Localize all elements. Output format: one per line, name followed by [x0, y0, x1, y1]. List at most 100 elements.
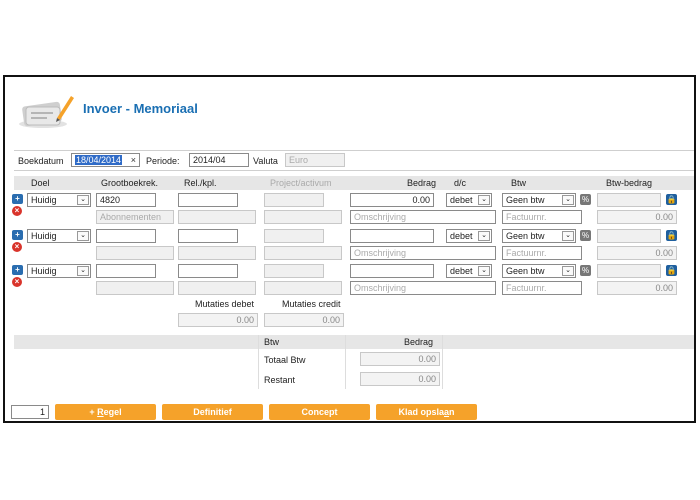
project-description: [264, 246, 342, 260]
mutaties-debet-label: Mutaties debet: [195, 299, 255, 309]
btw-bedrag-field: [597, 229, 661, 243]
factuurnr-field[interactable]: Factuurnr.: [502, 210, 582, 224]
boekdatum-label: Boekdatum: [18, 156, 64, 166]
grootboek-description: [96, 281, 174, 295]
bedrag-field[interactable]: [350, 229, 434, 243]
chevron-down-icon: ⌄: [77, 195, 89, 205]
mutaties-debet-value: 0.00: [178, 313, 258, 327]
grootboek-field[interactable]: [96, 264, 156, 278]
klad-label: Klad opsla: [398, 407, 444, 417]
chevron-down-icon: ⌄: [478, 231, 490, 241]
periode-field[interactable]: 2014/04: [189, 153, 249, 167]
project-field: [264, 229, 324, 243]
grootboek-description: Abonnementen: [96, 210, 174, 224]
boekdatum-value: 18/04/2014: [75, 155, 123, 165]
btw-select[interactable]: Geen btw ⌄: [502, 229, 576, 243]
rel-description: [178, 210, 256, 224]
memoriaal-logo-icon: [19, 96, 74, 128]
chevron-down-icon: ⌄: [77, 231, 89, 241]
btw-select[interactable]: Geen btw ⌄: [502, 193, 576, 207]
project-description: [264, 281, 342, 295]
valuta-label: Valuta: [253, 156, 278, 166]
table-header: Doel Grootboekrek. Rel./kpl. Project/act…: [14, 176, 694, 190]
percent-icon[interactable]: %: [580, 265, 591, 276]
add-line-icon[interactable]: +: [12, 265, 23, 275]
summary-btw-header: Btw: [264, 337, 280, 347]
delete-line-icon[interactable]: ×: [12, 206, 22, 216]
klad-label-end: n: [449, 407, 455, 417]
bedrag-field[interactable]: [350, 264, 434, 278]
col-grootboek: Grootboekrek.: [101, 178, 159, 188]
summary-bedrag-header: Bedrag: [404, 337, 434, 347]
dc-value: debet: [450, 231, 473, 241]
omschrijving-field[interactable]: Omschrijving: [350, 210, 496, 224]
delete-line-icon[interactable]: ×: [12, 277, 22, 287]
btw-bedrag-total: 0.00: [597, 246, 677, 260]
chevron-down-icon: ⌄: [562, 195, 574, 205]
col-bedrag: Bedrag: [407, 178, 437, 188]
doel-select[interactable]: Huidig ⌄: [27, 264, 91, 278]
chevron-down-icon: ⌄: [478, 266, 490, 276]
dc-select[interactable]: debet ⌄: [446, 229, 492, 243]
page-number-field[interactable]: 1: [11, 405, 49, 419]
dc-select[interactable]: debet ⌄: [446, 264, 492, 278]
doel-value: Huidig: [31, 266, 57, 276]
doel-select[interactable]: Huidig ⌄: [27, 193, 91, 207]
summary-divider: [258, 335, 259, 389]
btw-bedrag-field: [597, 264, 661, 278]
mutaties-credit-label: Mutaties credit: [282, 299, 341, 309]
project-field: [264, 264, 324, 278]
col-btw-bedrag: Btw-bedrag: [606, 178, 653, 188]
lock-icon[interactable]: 🔒: [666, 265, 677, 276]
chevron-down-icon: ⌄: [478, 195, 490, 205]
rel-description: [178, 246, 256, 260]
factuurnr-field[interactable]: Factuurnr.: [502, 281, 582, 295]
grootboek-field[interactable]: [96, 229, 156, 243]
doel-value: Huidig: [31, 231, 57, 241]
chevron-down-icon: ⌄: [562, 231, 574, 241]
definitief-button[interactable]: Definitief: [162, 404, 263, 420]
memoriaal-window: Invoer - Memoriaal Boekdatum 18/04/2014 …: [3, 75, 696, 423]
concept-button[interactable]: Concept: [269, 404, 370, 420]
restant-label: Restant: [264, 375, 296, 385]
doel-select[interactable]: Huidig ⌄: [27, 229, 91, 243]
btw-value: Geen btw: [506, 195, 545, 205]
btw-bedrag-total: 0.00: [597, 281, 677, 295]
percent-icon[interactable]: %: [580, 230, 591, 241]
bedrag-field[interactable]: 0.00: [350, 193, 434, 207]
omschrijving-field[interactable]: Omschrijving: [350, 281, 496, 295]
clear-date-icon[interactable]: ×: [131, 155, 136, 165]
project-description: [264, 210, 342, 224]
rel-field[interactable]: [178, 193, 238, 207]
valuta-field: Euro: [285, 153, 345, 167]
dc-select[interactable]: debet ⌄: [446, 193, 492, 207]
restant-value: 0.00: [360, 372, 440, 386]
lock-icon[interactable]: 🔒: [666, 194, 677, 205]
delete-line-icon[interactable]: ×: [12, 242, 22, 252]
grootboek-field[interactable]: 4820: [96, 193, 156, 207]
page-title: Invoer - Memoriaal: [83, 101, 198, 116]
boekdatum-field[interactable]: 18/04/2014 ×: [71, 153, 140, 167]
btw-select[interactable]: Geen btw ⌄: [502, 264, 576, 278]
rel-field[interactable]: [178, 229, 238, 243]
add-line-prefix: +: [89, 407, 98, 417]
dc-value: debet: [450, 266, 473, 276]
btw-value: Geen btw: [506, 266, 545, 276]
rel-field[interactable]: [178, 264, 238, 278]
summary-header-bar: Btw Bedrag: [14, 335, 694, 349]
col-rel: Rel./kpl.: [184, 178, 217, 188]
col-doel: Doel: [31, 178, 50, 188]
col-project: Project/activum: [270, 178, 332, 188]
chevron-down-icon: ⌄: [77, 266, 89, 276]
lock-icon[interactable]: 🔒: [666, 230, 677, 241]
add-line-icon[interactable]: +: [12, 230, 23, 240]
percent-icon[interactable]: %: [580, 194, 591, 205]
add-line-icon[interactable]: +: [12, 194, 23, 204]
klad-opslaan-button[interactable]: Klad opslaan: [376, 404, 477, 420]
doel-value: Huidig: [31, 195, 57, 205]
add-line-button[interactable]: + Regel: [55, 404, 156, 420]
factuurnr-field[interactable]: Factuurnr.: [502, 246, 582, 260]
omschrijving-field[interactable]: Omschrijving: [350, 246, 496, 260]
project-field: [264, 193, 324, 207]
summary-divider: [442, 335, 443, 389]
